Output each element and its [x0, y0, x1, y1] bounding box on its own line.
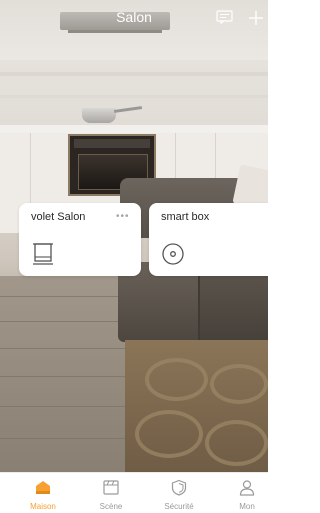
plus-icon[interactable] — [248, 10, 264, 26]
tab-scene[interactable]: Scène — [86, 473, 136, 513]
blind-icon — [33, 243, 53, 265]
tab-label: Scène — [99, 502, 123, 511]
tab-mon[interactable]: Mon — [222, 473, 268, 513]
tab-label: Mon — [239, 502, 255, 511]
tab-maison[interactable]: Maison — [18, 473, 68, 513]
device-name: volet Salon — [31, 211, 86, 223]
device-card-smart-box[interactable]: smart box — [149, 203, 268, 276]
tab-label: Maison — [30, 502, 56, 511]
device-name: smart box — [161, 211, 210, 223]
tab-label: Sécurité — [164, 502, 194, 511]
tab-securite[interactable]: Sécurité — [154, 473, 204, 513]
app-screen: Salon volet Salon ••• smart box Maison S… — [0, 0, 268, 513]
bottom-tab-bar: Maison Scène Sécurité Mon — [0, 472, 268, 513]
house-icon — [36, 481, 50, 494]
shield-icon — [171, 479, 187, 496]
speaker-disc-icon — [162, 243, 184, 265]
profile-icon — [239, 480, 255, 496]
more-options-icon[interactable]: ••• — [116, 211, 130, 222]
scene-icon — [103, 480, 119, 495]
device-card-volet-salon[interactable]: volet Salon ••• — [19, 203, 141, 276]
message-icon[interactable] — [216, 10, 233, 24]
